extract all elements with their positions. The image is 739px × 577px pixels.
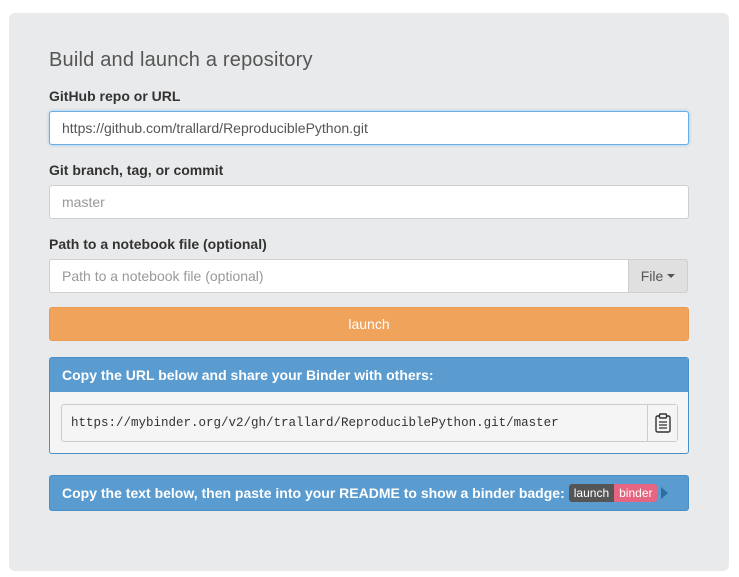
path-type-label: File (640, 268, 664, 284)
badge-section-toggle[interactable]: Copy the text below, then paste into you… (49, 475, 689, 511)
ref-label: Git branch, tag, or commit (49, 162, 224, 178)
binder-badge: launch binder (568, 484, 658, 502)
page-title: Build and launch a repository (49, 49, 313, 71)
launch-button[interactable]: launch (49, 307, 689, 341)
badge-launch-label: launch (568, 484, 615, 502)
expand-arrow-icon (661, 487, 668, 499)
share-url-field[interactable]: https://mybinder.org/v2/gh/trallard/Repr… (61, 404, 678, 442)
badge-section-text: Copy the text below, then paste into you… (62, 485, 565, 501)
badge-binder-label: binder (614, 484, 658, 502)
share-url-panel: Copy the URL below and share your Binder… (49, 357, 689, 454)
caret-down-icon (667, 274, 676, 278)
build-panel: Build and launch a repository GitHub rep… (9, 13, 729, 571)
repo-url-input[interactable] (49, 111, 689, 145)
repo-label: GitHub repo or URL (49, 88, 181, 104)
share-url-text: https://mybinder.org/v2/gh/trallard/Repr… (71, 416, 559, 430)
path-type-dropdown[interactable]: File (628, 259, 688, 293)
notebook-path-input[interactable] (49, 259, 629, 293)
share-url-header: Copy the URL below and share your Binder… (50, 358, 688, 392)
git-ref-input[interactable] (49, 185, 689, 219)
filepath-label: Path to a notebook file (optional) (49, 236, 267, 252)
clipboard-icon (654, 413, 671, 433)
copy-url-button[interactable] (647, 405, 677, 441)
